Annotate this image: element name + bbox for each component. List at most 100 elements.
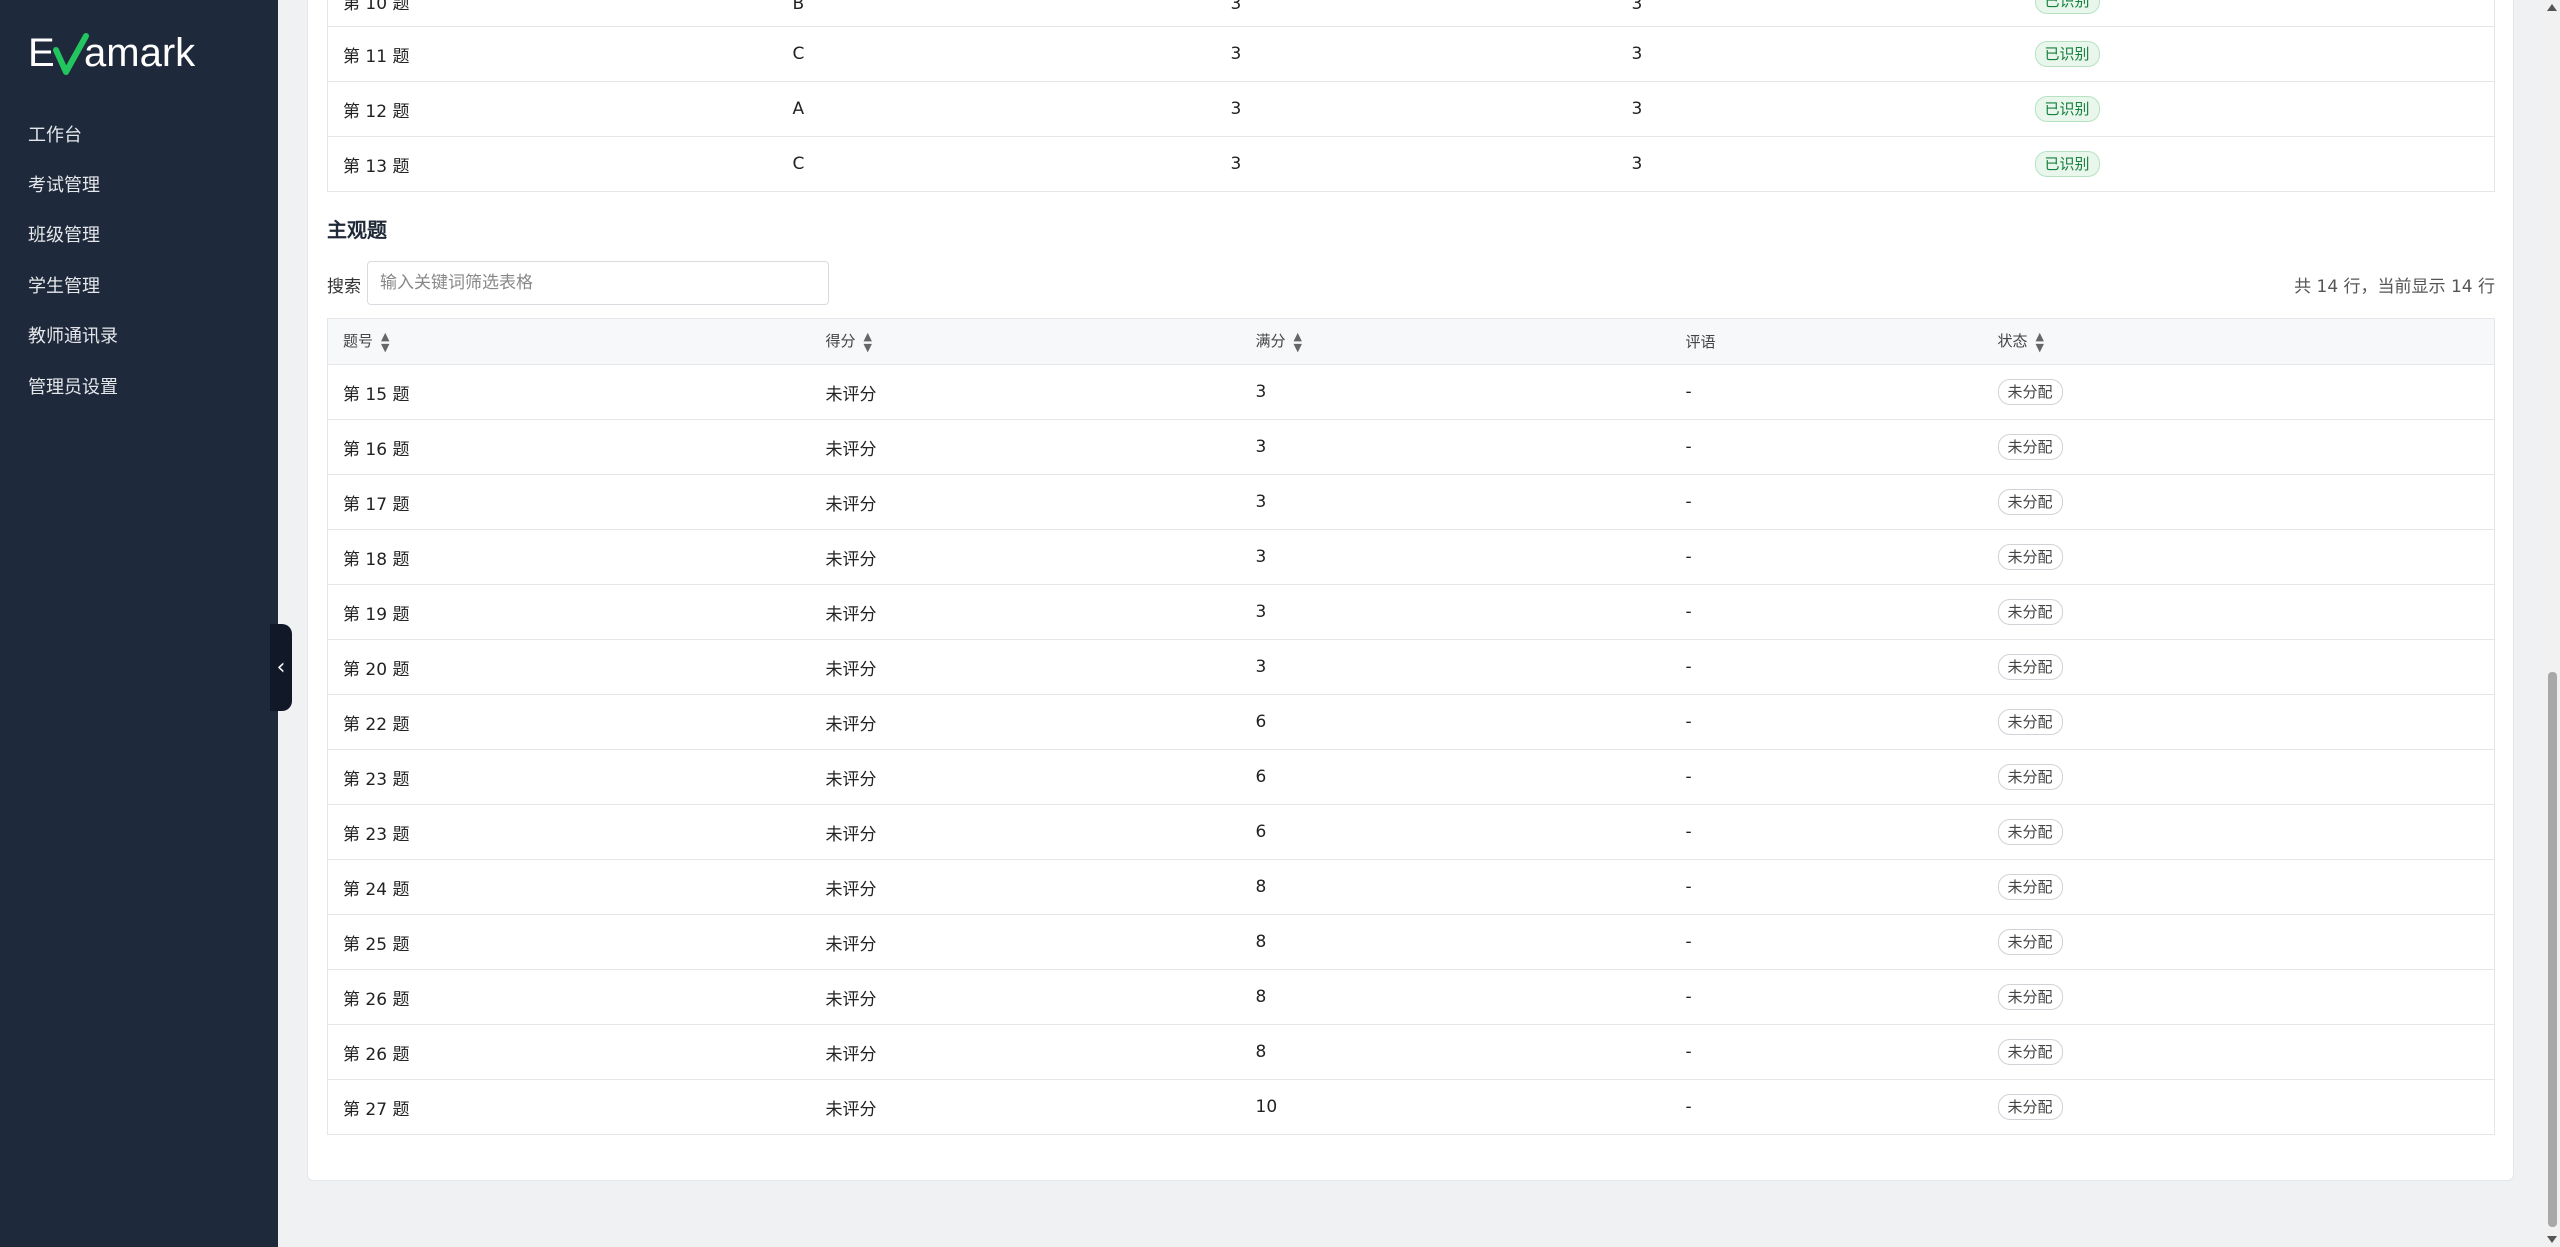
table-row: 第 19 题未评分 3- 未分配 <box>327 584 2495 640</box>
full-score-cell: 3 <box>1240 639 1671 695</box>
table-row: 第 25 题未评分 8- 未分配 <box>327 914 2495 970</box>
status-badge: 已识别 <box>2034 41 2100 67</box>
status-badge: 已识别 <box>2034 0 2100 14</box>
status-badge: 未分配 <box>1997 489 2063 515</box>
question-cell: 第 15 题 <box>327 364 811 420</box>
sidebar-item-workbench[interactable]: 工作台 <box>28 122 82 150</box>
comment-cell: - <box>1670 529 1983 585</box>
full-score-cell: 3 <box>1240 584 1671 640</box>
row-count: 共 14 行，当前显示 14 行 <box>2294 277 2495 297</box>
table-row: 第 22 题未评分 6- 未分配 <box>327 694 2495 750</box>
question-cell: 第 26 题 <box>327 1024 811 1080</box>
comment-cell: - <box>1670 419 1983 475</box>
score-cell: 未评分 <box>810 364 1241 420</box>
full-score-cell: 8 <box>1240 1024 1671 1080</box>
section-title-subjective: 主观题 <box>327 218 387 242</box>
table-row: 第 10 题 B 3 3 已识别 <box>327 0 2495 27</box>
full-score-cell: 6 <box>1240 694 1671 750</box>
question-cell: 第 10 题 <box>343 0 410 14</box>
sidebar-item-exam-management[interactable]: 考试管理 <box>28 172 100 200</box>
score-cell: 未评分 <box>810 529 1241 585</box>
full-score-cell: 6 <box>1240 749 1671 805</box>
full-score-cell: 10 <box>1240 1079 1671 1135</box>
table-row: 第 26 题未评分 8- 未分配 <box>327 1024 2495 1080</box>
score-cell: 3 <box>1215 26 1617 82</box>
full-score-cell: 3 <box>1240 364 1671 420</box>
comment-cell: - <box>1670 1024 1983 1080</box>
comment-cell: - <box>1670 914 1983 970</box>
table-row: 第 23 题未评分 6- 未分配 <box>327 804 2495 860</box>
status-badge: 未分配 <box>1997 379 2063 405</box>
table-row: 第 12 题 A 3 3 已识别 <box>327 81 2495 137</box>
status-badge: 未分配 <box>1997 654 2063 680</box>
score-cell: 未评分 <box>810 694 1241 750</box>
table-row: 第 24 题未评分 8- 未分配 <box>327 859 2495 915</box>
subjective-table: 题号 ▲ ▼ 得分 ▲ ▼ 满分 ▲ ▼ 评语 状态 ▲ ▼ 第 15 题未评分 3- 未分配第 1… <box>327 318 2495 1135</box>
table-row: 第 17 题未评分 3- 未分配 <box>327 474 2495 530</box>
comment-cell: - <box>1670 1079 1983 1135</box>
question-cell: 第 23 题 <box>327 804 811 860</box>
score-cell: 未评分 <box>810 474 1241 530</box>
table-row: 第 11 题 C 3 3 已识别 <box>327 26 2495 82</box>
search-input[interactable] <box>367 261 829 305</box>
scrollbar-thumb[interactable] <box>2548 672 2557 1227</box>
status-badge: 未分配 <box>1997 1094 2063 1120</box>
sort-icon[interactable]: ▲ ▼ <box>864 331 872 353</box>
full-score-cell: 3 <box>1616 81 2020 137</box>
column-header-question[interactable]: 题号 ▲ ▼ <box>327 318 811 365</box>
sort-icon[interactable]: ▲ ▼ <box>1294 331 1302 353</box>
score-cell: 未评分 <box>810 804 1241 860</box>
sidebar-collapse-button[interactable]: ‹ <box>270 624 292 711</box>
full-score-cell: 6 <box>1240 804 1671 860</box>
question-cell: 第 11 题 <box>327 26 778 82</box>
table-row: 第 20 题未评分 3- 未分配 <box>327 639 2495 695</box>
answer-cell: C <box>777 136 1216 192</box>
sidebar-item-teacher-directory[interactable]: 教师通讯录 <box>28 323 118 351</box>
question-cell: 第 25 题 <box>327 914 811 970</box>
question-cell: 第 12 题 <box>327 81 778 137</box>
answer-cell: B <box>792 0 805 14</box>
score-cell: 未评分 <box>810 419 1241 475</box>
status-badge: 未分配 <box>1997 544 2063 570</box>
question-cell: 第 23 题 <box>327 749 811 805</box>
sidebar-item-class-management[interactable]: 班级管理 <box>28 222 100 250</box>
full-score-cell: 3 <box>1240 474 1671 530</box>
status-badge: 未分配 <box>1997 1039 2063 1065</box>
sidebar-item-student-management[interactable]: 学生管理 <box>28 273 100 301</box>
score-cell: 3 <box>1215 81 1617 137</box>
status-badge: 未分配 <box>1997 764 2063 790</box>
status-badge: 未分配 <box>1997 929 2063 955</box>
examark-logo[interactable]: E amark <box>28 24 238 84</box>
status-badge: 未分配 <box>1997 874 2063 900</box>
score-cell: 未评分 <box>810 1079 1241 1135</box>
sort-icon[interactable]: ▲ ▼ <box>2036 331 2044 353</box>
full-score-cell: 3 <box>1616 26 2020 82</box>
score-cell: 未评分 <box>810 969 1241 1025</box>
scroll-up-arrow-icon[interactable] <box>2547 4 2557 11</box>
full-score-cell: 8 <box>1240 914 1671 970</box>
column-header-status[interactable]: 状态 ▲ ▼ <box>1982 318 2495 365</box>
question-cell: 第 19 题 <box>327 584 811 640</box>
question-cell: 第 24 题 <box>327 859 811 915</box>
column-header-full-score[interactable]: 满分 ▲ ▼ <box>1240 318 1671 365</box>
status-badge: 未分配 <box>1997 984 2063 1010</box>
full-score-cell: 8 <box>1240 859 1671 915</box>
status-badge: 未分配 <box>1997 819 2063 845</box>
sort-icon[interactable]: ▲ ▼ <box>381 331 389 353</box>
question-cell: 第 20 题 <box>327 639 811 695</box>
question-cell: 第 26 题 <box>327 969 811 1025</box>
table-row: 第 18 题未评分 3- 未分配 <box>327 529 2495 585</box>
search-label: 搜索 <box>327 277 361 297</box>
status-badge: 未分配 <box>1997 599 2063 625</box>
page-scrollbar[interactable] <box>2545 0 2560 1247</box>
column-header-score[interactable]: 得分 ▲ ▼ <box>810 318 1241 365</box>
full-score-cell: 3 <box>1616 136 2020 192</box>
sidebar-item-admin-settings[interactable]: 管理员设置 <box>28 374 118 402</box>
comment-cell: - <box>1670 364 1983 420</box>
svg-text:amark: amark <box>84 31 196 75</box>
scroll-down-arrow-icon[interactable] <box>2547 1236 2557 1243</box>
table-row: 第 13 题 C 3 3 已识别 <box>327 136 2495 192</box>
comment-cell: - <box>1670 749 1983 805</box>
comment-cell: - <box>1670 804 1983 860</box>
objective-table: 第 10 题 B 3 3 已识别 第 11 题 C 3 3 已识别 第 12 题… <box>327 0 2495 192</box>
